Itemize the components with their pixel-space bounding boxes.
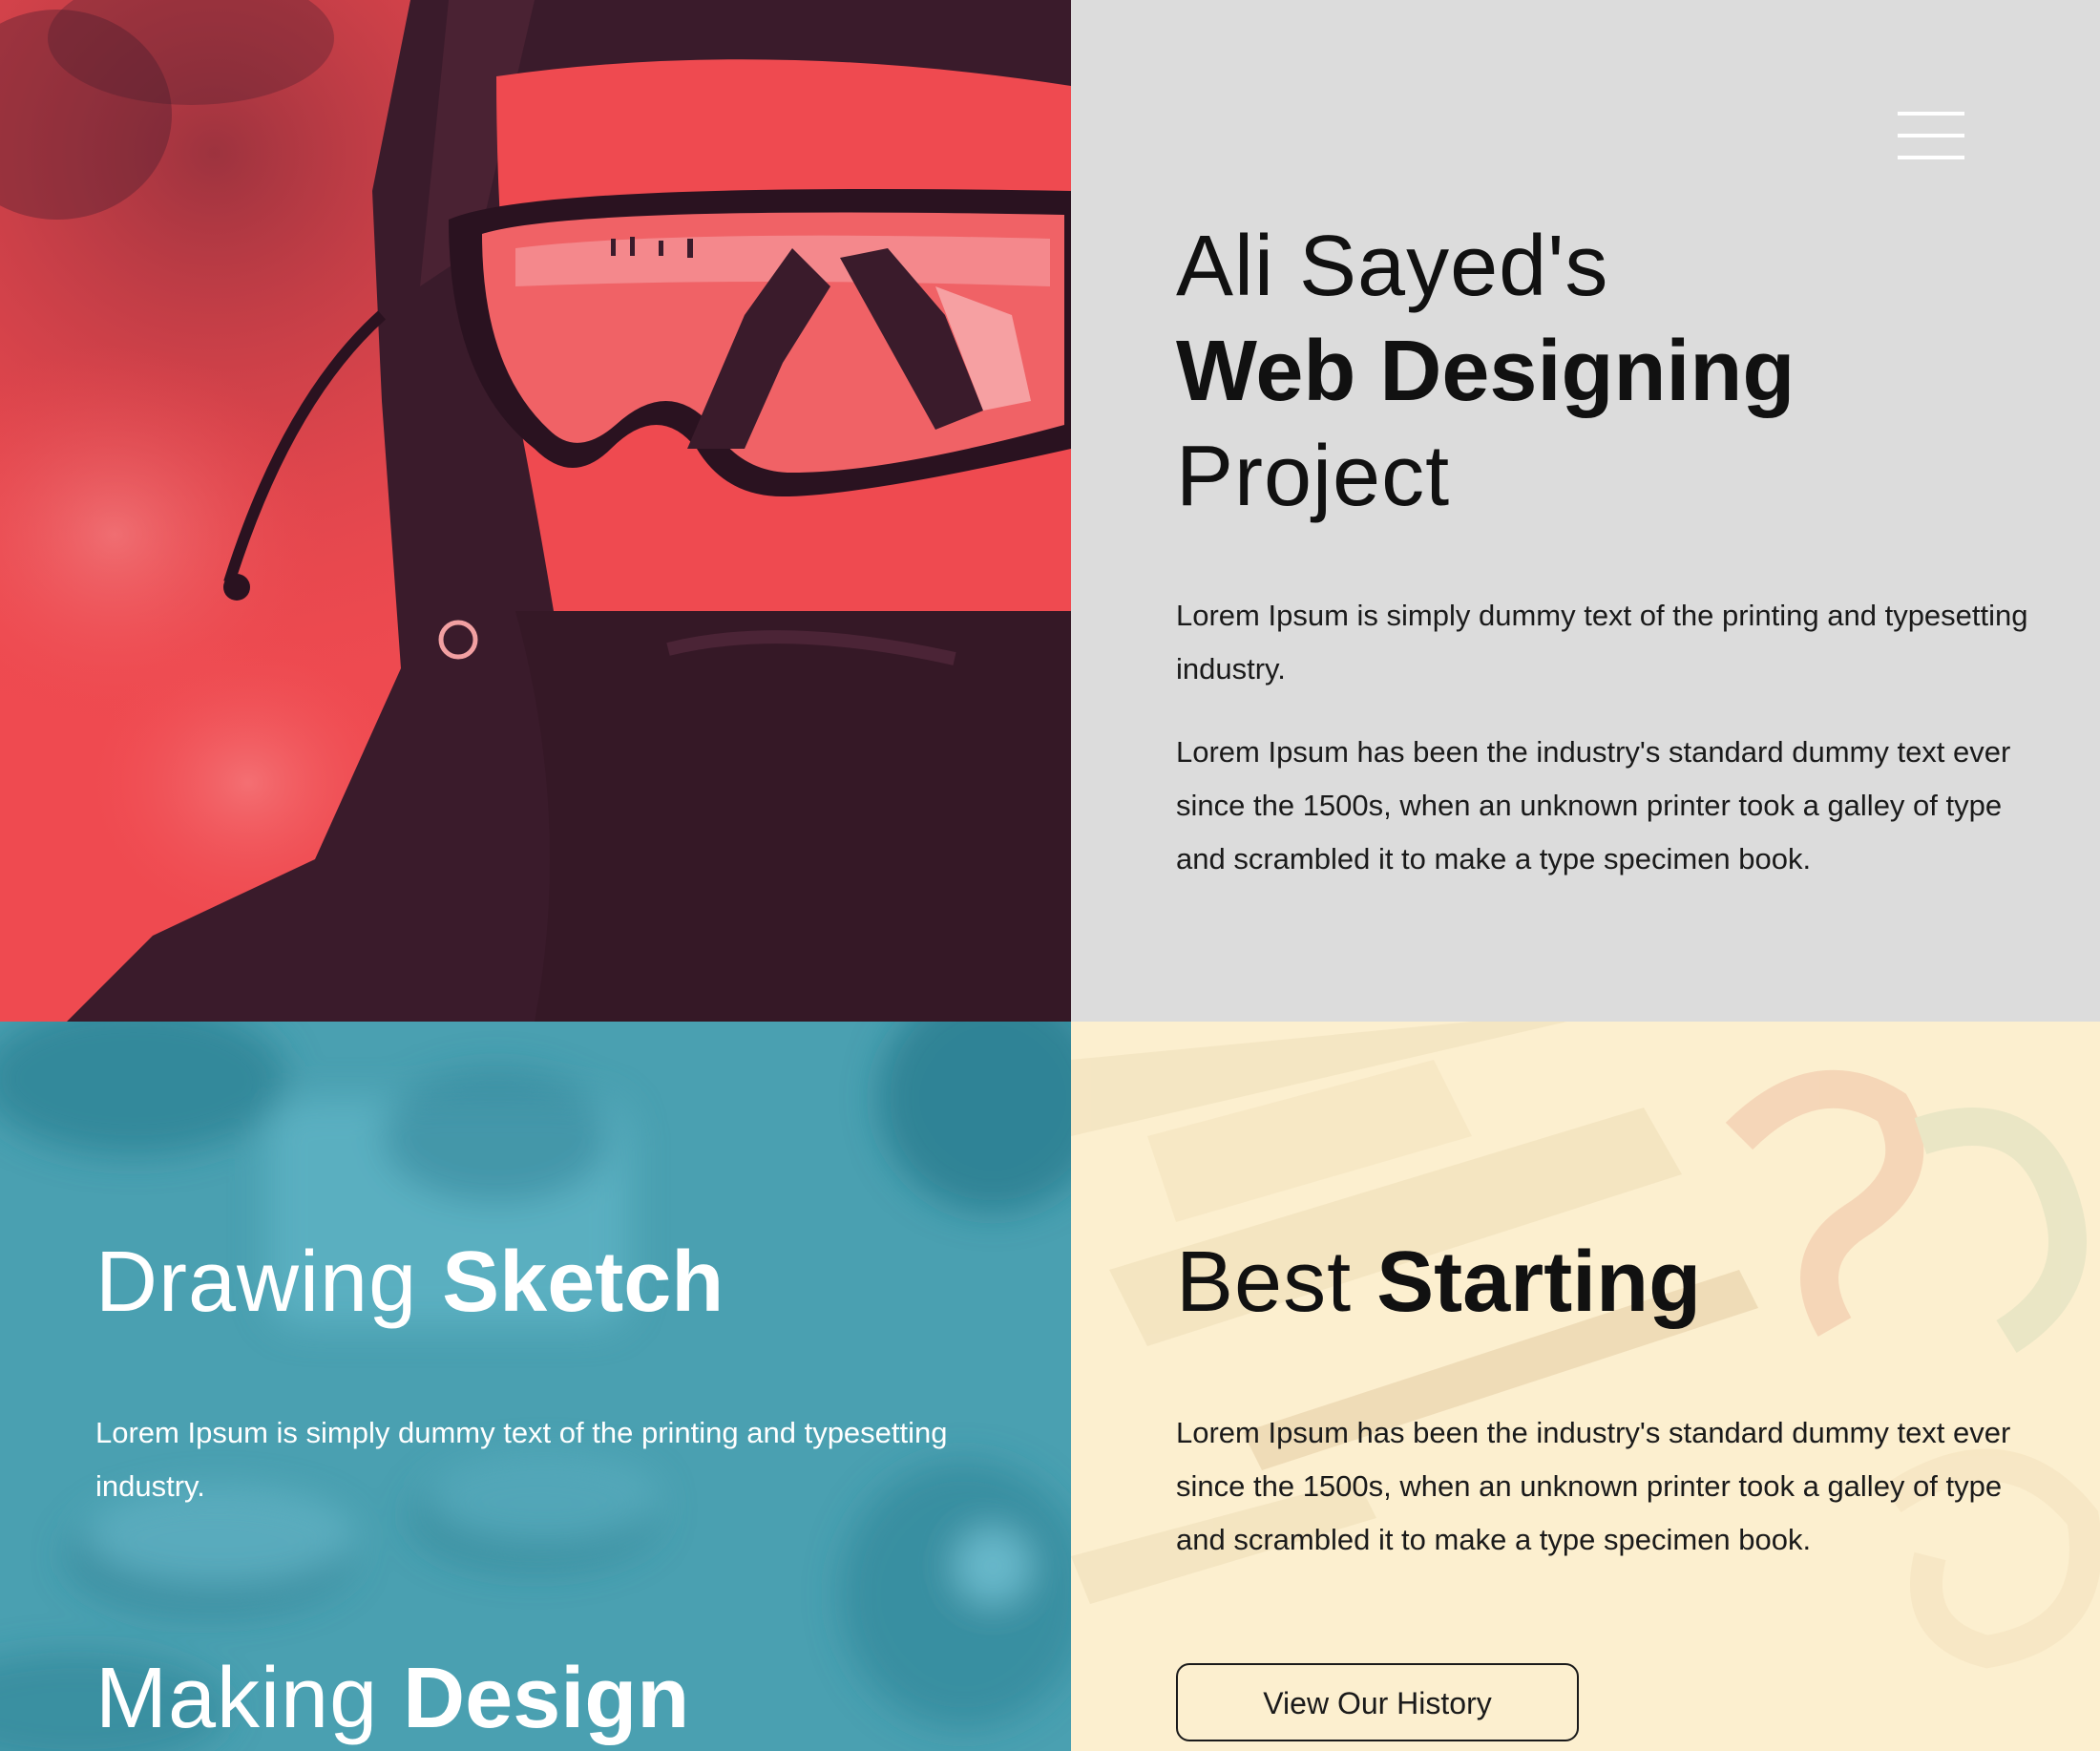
making-design-heading-bold: Design (403, 1651, 690, 1746)
drawing-sketch-heading: Drawing Sketch (95, 1230, 724, 1335)
making-design-heading-light: Making (95, 1651, 379, 1746)
drawing-sketch-panel (0, 1022, 1071, 1751)
drawing-sketch-paragraph: Lorem Ipsum is simply dummy text of the … (95, 1416, 948, 1503)
hamburger-menu-icon-bar (1898, 156, 1964, 159)
best-starting-panel (1071, 1022, 2100, 1751)
hero-photo-panel (0, 0, 1071, 1022)
skier-goggles-image (0, 0, 1071, 1022)
school-supplies-background-image (1071, 1022, 2100, 1751)
making-design-heading: Making Design (95, 1646, 689, 1751)
hamburger-menu-icon (1898, 112, 1964, 116)
hamburger-menu-icon-bar (1898, 134, 1964, 137)
best-starting-heading: Best Starting (1176, 1230, 1701, 1335)
page-title-line-3: Project (1176, 429, 1451, 524)
drawing-sketch-heading-bold: Sketch (442, 1234, 724, 1330)
sketch-background-image (0, 1022, 1071, 1751)
intro-paragraph-1: Lorem Ipsum is simply dummy text of the … (1176, 599, 2028, 686)
best-starting-paragraph: Lorem Ipsum has been the industry's stan… (1176, 1416, 2011, 1556)
intro-panel: Ali Sayed's Web Designing Project Lorem … (1071, 0, 2100, 1022)
best-starting-heading-light: Best (1176, 1234, 1353, 1330)
intro-paragraph-2: Lorem Ipsum has been the industry's stan… (1176, 735, 2011, 876)
best-starting-heading-bold: Starting (1376, 1234, 1702, 1330)
page-title: Ali Sayed's Web Designing Project (1176, 214, 1795, 529)
page-title-line-1: Ali Sayed's (1176, 219, 1609, 314)
view-our-history-button[interactable]: View Our History (1176, 1663, 1579, 1741)
drawing-sketch-heading-light: Drawing (95, 1234, 418, 1330)
menu-button[interactable] (1898, 110, 1964, 161)
page-title-line-2: Web Designing (1176, 324, 1796, 419)
